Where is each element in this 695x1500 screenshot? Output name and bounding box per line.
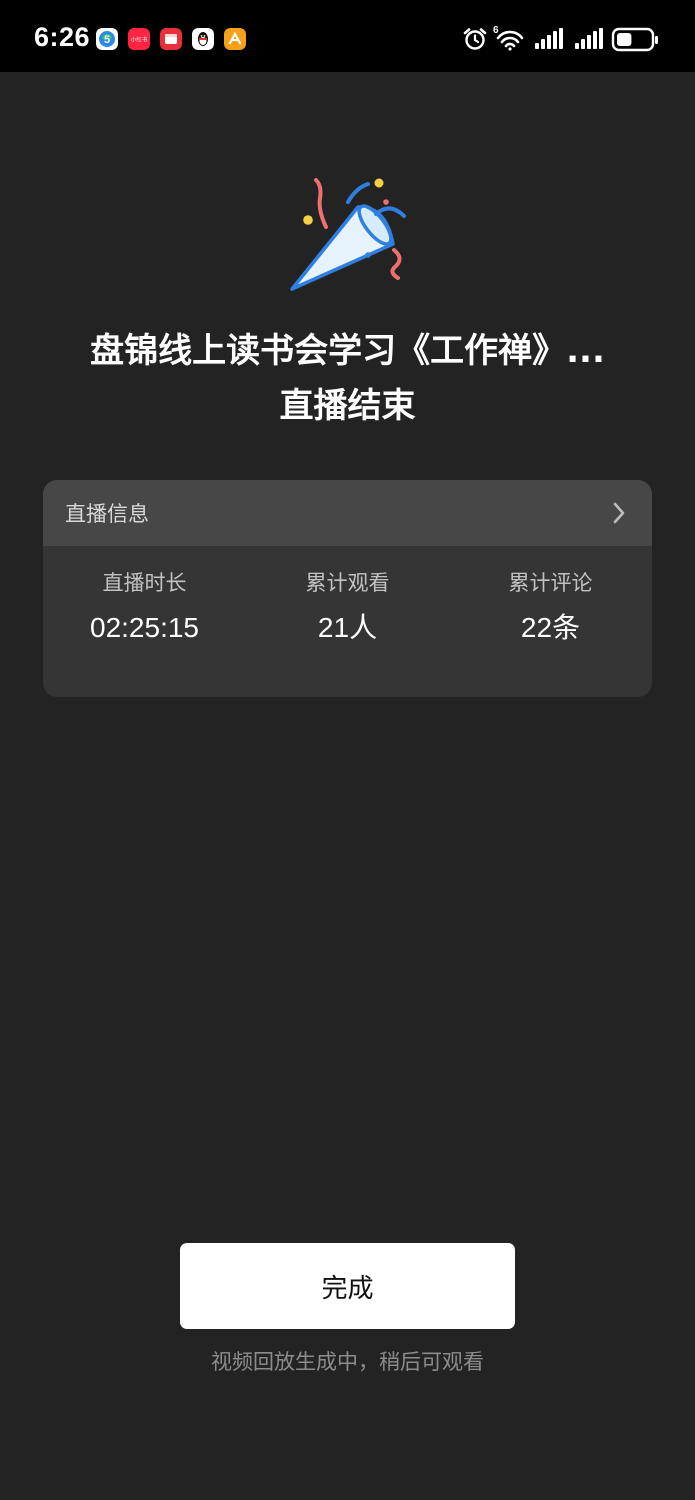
wifi-icon: 6 (493, 25, 524, 51)
stat-value: 21人 (317, 612, 378, 643)
stat-value: 02:25:15 (90, 612, 199, 643)
wifi-label: 6 (493, 25, 499, 36)
svg-text:5: 5 (104, 34, 110, 46)
chevron-right-icon[interactable] (612, 501, 626, 525)
page-title: 盘锦线上读书会学习《工作禅》... (90, 331, 605, 371)
status-time: 6:26 (34, 22, 91, 52)
xiaohongshu-icon: 小红书 (128, 28, 150, 50)
party-popper-icon (290, 178, 406, 291)
stat-duration: 直播时长 02:25:15 (43, 568, 246, 645)
stat-viewers: 累计观看 21人 (246, 568, 449, 645)
live-info-header[interactable]: 直播信息 (43, 480, 652, 546)
live-info-card: 直播信息 直播时长 02:25:15 累计观看 21人 累计评论 22条 (43, 480, 652, 697)
stat-label: 直播时长 (102, 571, 187, 595)
status-bar: 6:26 5 小红书 6 (0, 0, 695, 72)
5g-app-icon: 5 (96, 28, 118, 50)
done-button[interactable]: 完成 (180, 1243, 515, 1329)
stat-comments: 累计评论 22条 (449, 568, 652, 645)
qq-icon (192, 28, 214, 50)
signal-icon (535, 28, 563, 49)
orange-app-icon (224, 28, 246, 50)
red-app-icon (160, 28, 182, 50)
stat-label: 累计评论 (508, 571, 593, 595)
app-badge-text: 小红书 (131, 36, 148, 44)
battery-icon (611, 27, 658, 52)
stat-value: 22条 (520, 612, 581, 643)
live-info-title: 直播信息 (65, 502, 149, 526)
signal-icon (575, 28, 603, 49)
live-ended-label: 直播结束 (279, 386, 416, 426)
alarm-icon (463, 28, 487, 50)
stat-label: 累计观看 (305, 571, 390, 595)
replay-note: 视频回放生成中，稍后可观看 (211, 1350, 484, 1374)
